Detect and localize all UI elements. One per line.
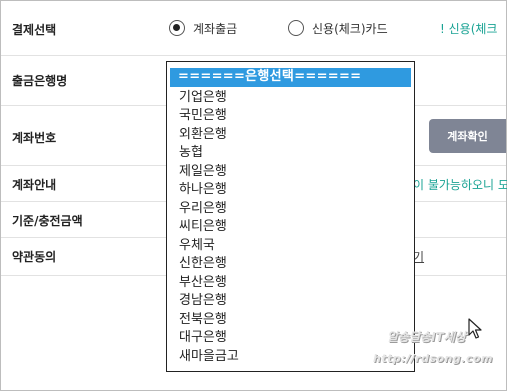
bank-option[interactable]: 대구은행 [167, 329, 414, 348]
mouse-cursor-icon [468, 318, 482, 339]
radio-account-withdrawal-label[interactable]: 계좌출금 [193, 20, 237, 37]
watermark-url: http://rdsong.com [373, 352, 493, 365]
bank-option[interactable]: 농협 [167, 144, 414, 163]
standard-amount-label: 기준/충전금액 [12, 214, 83, 228]
bank-option[interactable]: 씨티은행 [167, 218, 414, 237]
bank-option[interactable]: 기업은행 [167, 89, 414, 108]
bank-option[interactable]: 전북은행 [167, 311, 414, 330]
terms-label: 약관동의 [12, 250, 57, 264]
bank-option[interactable]: 제일은행 [167, 163, 414, 182]
radio-selected-icon [173, 24, 180, 31]
bank-select-dropdown[interactable]: ======은행선택====== 기업은행 국민은행 외환은행 농협 제일은행 … [166, 61, 415, 372]
payment-method-label: 결제선택 [12, 23, 57, 37]
bank-option[interactable]: 국민은행 [167, 107, 414, 126]
bank-option[interactable]: 우리은행 [167, 200, 414, 219]
watermark-title: 알송달송IT세상 [387, 330, 466, 344]
bank-option[interactable]: 하나은행 [167, 181, 414, 200]
account-guide-note: 이 불가능하오니 도 [413, 178, 507, 192]
bank-option[interactable]: 신한은행 [167, 255, 414, 274]
payment-method-row: 결제선택 계좌출금 신용(체크)카드 ! 신용(체크 [1, 1, 506, 56]
bank-option[interactable]: 우체국 [167, 237, 414, 256]
verify-account-button[interactable]: 계좌확인 [429, 119, 506, 153]
radio-account-withdrawal[interactable] [169, 20, 185, 36]
card-notice: ! 신용(체크 [440, 22, 498, 36]
account-number-label: 계좌번호 [12, 131, 57, 145]
account-guide-label: 계좌안내 [12, 178, 57, 192]
radio-credit-card-label[interactable]: 신용(체크)카드 [312, 20, 388, 37]
radio-credit-card[interactable] [288, 20, 304, 36]
bank-option[interactable]: 외환은행 [167, 126, 414, 145]
bank-option[interactable]: 부산은행 [167, 274, 414, 293]
bank-option[interactable]: 경남은행 [167, 292, 414, 311]
bank-name-label: 출금은행명 [12, 74, 68, 88]
bank-option-placeholder[interactable]: ======은행선택====== [170, 68, 411, 87]
